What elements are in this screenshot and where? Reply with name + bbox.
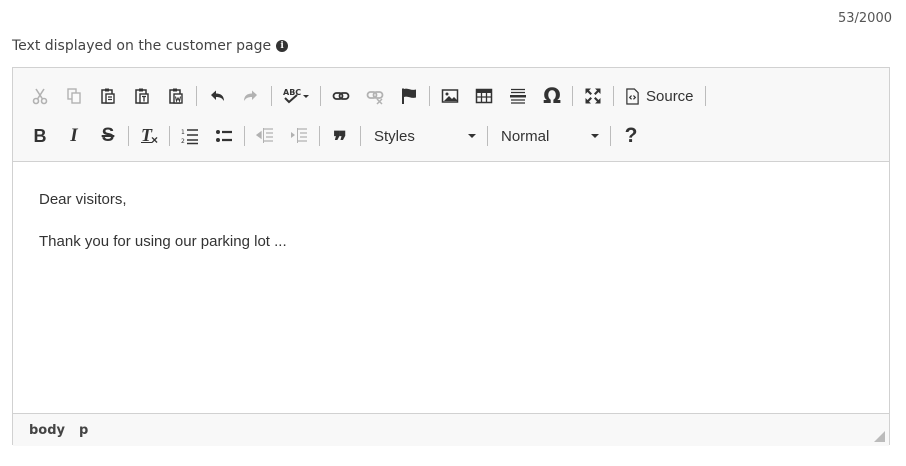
help-icon: ? (624, 124, 638, 147)
paste-button[interactable] (91, 82, 125, 110)
format-dropdown[interactable]: Normal (491, 122, 607, 150)
toolbar-row-2: B I S T × 12 ❞ Styles Normal ? (23, 116, 889, 156)
bulleted-list-icon (216, 130, 232, 142)
format-label: Normal (501, 127, 550, 145)
cut-icon (32, 88, 48, 105)
remove-format-button[interactable]: T × (132, 122, 166, 150)
maximize-icon (585, 88, 601, 104)
indent-button[interactable] (282, 122, 316, 150)
spellcheck-button[interactable]: ABC (275, 82, 317, 110)
toolbar-separator (169, 126, 170, 146)
indent-icon (291, 128, 307, 143)
character-counter: 53/2000 (837, 11, 892, 26)
toolbar-separator (613, 86, 614, 106)
bulleted-list-button[interactable] (207, 122, 241, 150)
chevron-down-icon (468, 134, 476, 138)
source-icon (626, 87, 639, 105)
copy-icon (67, 88, 81, 104)
svg-text:2: 2 (181, 138, 185, 145)
strikethrough-icon: S (101, 125, 115, 146)
numbered-list-button[interactable]: 12 (173, 122, 207, 150)
outdent-icon (256, 128, 273, 143)
toolbar-separator (244, 126, 245, 146)
blockquote-button[interactable]: ❞ (323, 122, 357, 156)
italic-button[interactable]: I (57, 122, 91, 150)
editor-statusbar: body p (13, 413, 889, 446)
toolbar-separator (704, 86, 706, 106)
paste-word-button[interactable] (159, 82, 193, 110)
redo-button[interactable] (234, 82, 268, 110)
field-label-text: Text displayed on the customer page (12, 38, 272, 54)
unlink-button[interactable] (358, 82, 392, 110)
styles-label: Styles (374, 127, 415, 145)
toolbar-separator (429, 86, 430, 106)
horizontal-rule-icon (510, 88, 526, 104)
styles-dropdown[interactable]: Styles (364, 122, 484, 150)
horizontal-rule-button[interactable] (501, 82, 535, 110)
editor-toolbar: ABC Ω Source B I S T × 1 2 ❞ Styles Norm… (13, 68, 889, 162)
spellcheck-icon: ABC (283, 88, 309, 104)
paste-text-button[interactable] (125, 82, 159, 110)
toolbar-separator (487, 126, 488, 146)
paste-icon (101, 88, 115, 104)
toolbar-separator (572, 86, 573, 106)
toolbar-separator (196, 86, 197, 106)
blockquote-icon: ❞ (333, 126, 347, 156)
resize-handle-icon[interactable] (874, 431, 885, 442)
italic-icon: I (70, 125, 78, 146)
outdent-button[interactable] (248, 122, 282, 150)
path-item-p[interactable]: p (79, 423, 88, 438)
paste-text-icon (135, 88, 149, 104)
anchor-icon (402, 88, 416, 104)
special-char-button[interactable]: Ω (535, 82, 569, 110)
source-button[interactable]: Source (617, 82, 702, 110)
cut-button[interactable] (23, 82, 57, 110)
maximize-button[interactable] (576, 82, 610, 110)
toolbar-separator (610, 126, 611, 146)
toolbar-row-1: ABC Ω Source (23, 76, 889, 116)
numbered-list-icon: 12 (181, 129, 198, 145)
content-paragraph[interactable]: Dear visitors, (39, 192, 863, 208)
bold-button[interactable]: B (23, 122, 57, 150)
unlink-icon (366, 91, 384, 105)
link-icon (332, 92, 350, 100)
table-icon (475, 88, 493, 104)
help-button[interactable]: ? (614, 122, 648, 150)
link-button[interactable] (324, 82, 358, 110)
toolbar-separator (320, 86, 321, 106)
svg-text:ABC: ABC (283, 88, 301, 97)
content-paragraph[interactable]: Thank you for using our parking lot ... (39, 234, 863, 250)
chevron-down-icon (591, 134, 599, 138)
undo-icon (211, 90, 224, 101)
info-icon[interactable]: i (276, 40, 289, 52)
table-button[interactable] (467, 82, 501, 110)
source-label: Source (646, 87, 694, 105)
svg-text:1: 1 (181, 129, 185, 136)
rich-text-editor: ABC Ω Source B I S T × 1 2 ❞ Styles Norm… (12, 67, 890, 446)
anchor-button[interactable] (392, 82, 426, 110)
redo-icon (244, 90, 257, 101)
paste-word-icon (169, 88, 183, 104)
field-label: Text displayed on the customer page i (12, 38, 289, 54)
editor-content[interactable]: Dear visitors, Thank you for using our p… (13, 162, 889, 413)
path-item-body[interactable]: body (29, 423, 65, 438)
special-char-icon: Ω (543, 84, 561, 108)
toolbar-separator (360, 126, 361, 146)
image-button[interactable] (433, 82, 467, 110)
copy-button[interactable] (57, 82, 91, 110)
undo-button[interactable] (200, 82, 234, 110)
toolbar-separator (319, 126, 320, 146)
bold-icon: B (33, 125, 47, 146)
toolbar-separator (128, 126, 129, 146)
strikethrough-button[interactable]: S (91, 122, 125, 150)
remove-format-icon: T × (141, 125, 159, 147)
image-icon (441, 89, 459, 103)
toolbar-separator (271, 86, 272, 106)
